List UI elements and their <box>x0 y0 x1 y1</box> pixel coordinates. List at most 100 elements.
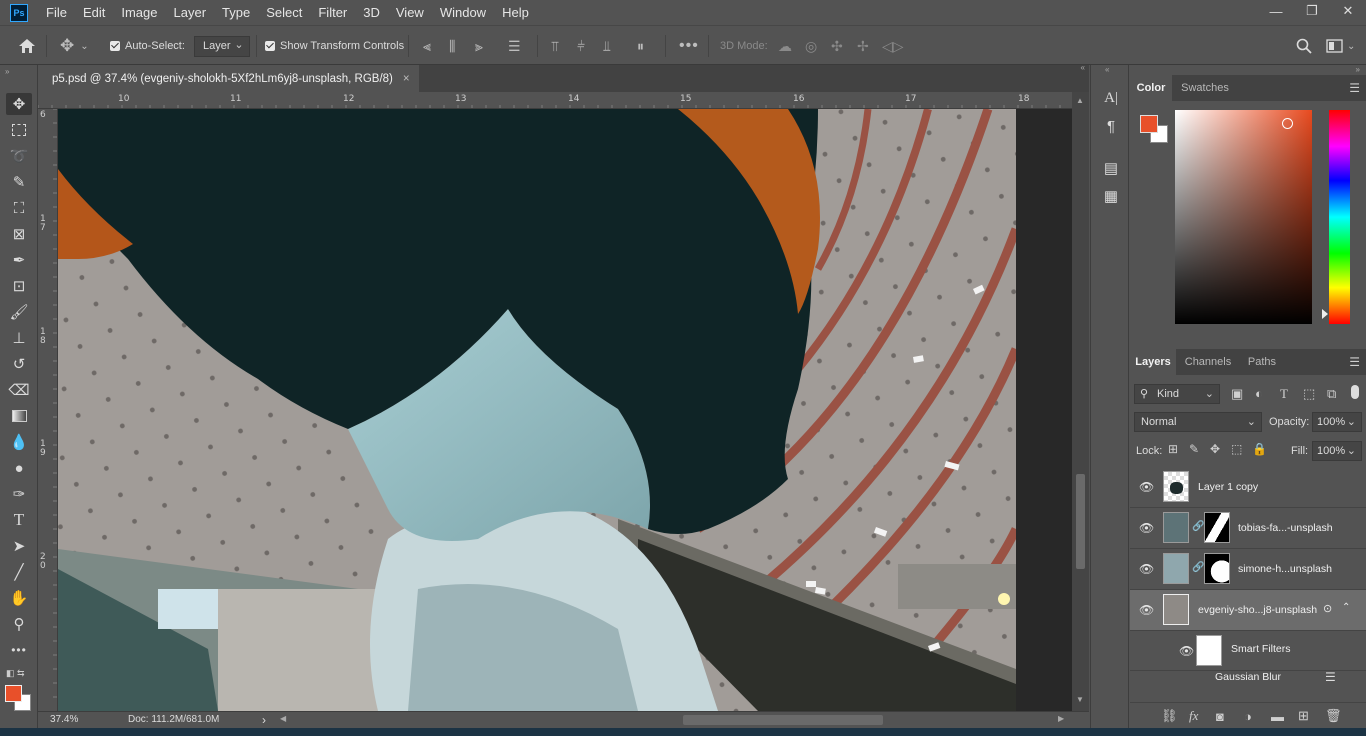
line-tool-icon[interactable]: ╱ <box>6 561 32 583</box>
default-colors-icon[interactable]: ◧ ⇆ <box>6 668 25 679</box>
vertical-scrollbar[interactable]: ▲ ▼ <box>1072 92 1089 711</box>
collapse-effects-icon[interactable]: ⌃ <box>1342 602 1350 613</box>
new-group-icon[interactable]: ▬ <box>1271 703 1284 729</box>
3d-slide-icon[interactable]: ✢ <box>857 26 869 66</box>
workspace-switcher-icon[interactable]: ⌄ <box>1326 26 1355 66</box>
layer-mask-thumbnail[interactable] <box>1204 512 1230 543</box>
auto-select-checkbox[interactable]: Auto-Select: <box>110 26 185 66</box>
pixel-layer-filter-icon[interactable]: ▣ <box>1231 386 1243 402</box>
layer-row[interactable]: 👁 🔗 simone-h...unsplash <box>1130 549 1366 590</box>
quick-selection-tool-icon[interactable]: ✎ <box>6 171 32 193</box>
smart-object-filter-icon[interactable]: ⧉ <box>1327 386 1336 402</box>
home-icon[interactable] <box>18 26 36 66</box>
tab-channels[interactable]: Channels <box>1178 349 1238 375</box>
fx-icon[interactable]: fx <box>1189 703 1198 729</box>
visibility-eye-icon[interactable]: 👁 <box>1139 521 1154 535</box>
close-window-button[interactable]: ✕ <box>1330 0 1366 22</box>
visibility-eye-icon[interactable]: 👁 <box>1139 562 1154 576</box>
status-menu-icon[interactable]: › <box>262 713 266 727</box>
color-picker-field[interactable] <box>1175 110 1312 324</box>
menu-filter[interactable]: Filter <box>318 5 347 20</box>
crop-tool-icon[interactable]: ⛶ <box>6 197 32 219</box>
kind-filter-dropdown[interactable]: ⚲ Kind <box>1134 384 1220 404</box>
layer-row-selected[interactable]: 👁 evgeniy-sho...j8-unsplash ⊙ ⌃ <box>1130 590 1366 631</box>
edit-toolbar-icon[interactable]: ••• <box>6 639 32 661</box>
menu-layer[interactable]: Layer <box>174 5 207 20</box>
show-transform-checkbox[interactable]: Show Transform Controls <box>265 26 404 66</box>
menu-image[interactable]: Image <box>121 5 157 20</box>
lock-artboard-icon[interactable]: ⬚ <box>1231 442 1242 456</box>
new-adjustment-layer-icon[interactable]: ◑ <box>1244 703 1252 729</box>
vertical-scroll-thumb[interactable] <box>1076 474 1085 569</box>
layer-row[interactable]: 👁 🔗 tobias-fa...-unsplash <box>1130 508 1366 549</box>
hand-tool-icon[interactable]: ✋ <box>6 587 32 609</box>
character-panel-icon[interactable]: A| <box>1100 87 1122 109</box>
visibility-eye-icon[interactable]: 👁 <box>1139 603 1154 617</box>
blur-tool-icon[interactable]: 💧 <box>6 431 32 453</box>
layer-name[interactable]: simone-h...unsplash <box>1238 563 1332 575</box>
link-layers-icon[interactable]: ⛓ <box>1161 703 1178 729</box>
properties-panel-icon[interactable]: ▦ <box>1100 185 1122 207</box>
close-document-icon[interactable]: × <box>403 73 410 85</box>
menu-select[interactable]: Select <box>266 5 302 20</box>
auto-select-dropdown[interactable]: Layer <box>194 26 250 66</box>
healing-brush-tool-icon[interactable]: ⊡ <box>6 275 32 297</box>
history-brush-tool-icon[interactable]: ↺ <box>6 353 32 375</box>
new-layer-icon[interactable]: ⊞ <box>1298 703 1309 729</box>
menu-help[interactable]: Help <box>502 5 529 20</box>
lock-position-icon[interactable]: ✥ <box>1210 442 1220 456</box>
fill-input[interactable]: 100% <box>1312 441 1362 461</box>
3d-pan-icon[interactable]: ✣ <box>831 26 843 66</box>
pen-tool-icon[interactable]: ✑ <box>6 483 32 505</box>
type-layer-filter-icon[interactable]: T <box>1280 386 1288 402</box>
tab-swatches[interactable]: Swatches <box>1174 75 1236 101</box>
filter-toggle-icon[interactable] <box>1351 385 1359 399</box>
delete-layer-icon[interactable]: 🗑 <box>1325 703 1342 729</box>
menu-file[interactable]: File <box>46 5 67 20</box>
eyedropper-tool-icon[interactable]: ✒ <box>6 249 32 271</box>
brush-tool-icon[interactable]: 🖌 <box>6 301 32 323</box>
align-center-icon[interactable]: ⫼ <box>449 26 455 66</box>
document-tab[interactable]: p5.psd @ 37.4% (evgeniy-sholokh-5Xf2hLm6… <box>38 65 419 92</box>
tab-color[interactable]: Color <box>1130 75 1172 101</box>
layer-mask-thumbnail[interactable] <box>1204 553 1230 584</box>
3d-scale-icon[interactable]: ◁▷ <box>882 26 904 66</box>
mask-link-icon[interactable]: 🔗 <box>1192 521 1204 532</box>
lasso-tool-icon[interactable]: ➰ <box>6 145 32 167</box>
blend-mode-dropdown[interactable]: Normal <box>1134 412 1262 432</box>
layer-row[interactable]: 👁 Layer 1 copy <box>1130 467 1366 508</box>
3d-roll-icon[interactable]: ◎ <box>805 26 817 66</box>
lock-image-icon[interactable]: ✎ <box>1189 442 1199 456</box>
menu-edit[interactable]: Edit <box>83 5 105 20</box>
3d-orbit-icon[interactable]: ☁ <box>778 26 792 66</box>
align-left-icon[interactable]: ⫷ <box>423 26 431 66</box>
restore-button[interactable]: ❐ <box>1294 0 1330 22</box>
search-icon[interactable] <box>1296 26 1312 66</box>
scroll-left-icon[interactable]: ◀ <box>280 714 286 723</box>
panel-menu-icon[interactable]: ☰ <box>1349 81 1360 95</box>
collapse-panel-icon[interactable]: « <box>1081 63 1085 72</box>
horizontal-scroll-thumb[interactable] <box>683 715 883 725</box>
distribute-icon[interactable]: ☰ <box>508 26 521 66</box>
panel-menu-icon[interactable]: ☰ <box>1349 355 1360 369</box>
zoom-level[interactable]: 37.4% <box>50 714 78 725</box>
tab-paths[interactable]: Paths <box>1240 349 1284 375</box>
align-middle-icon[interactable]: ⫩ <box>577 26 585 66</box>
tab-layers[interactable]: Layers <box>1130 349 1176 375</box>
clone-stamp-tool-icon[interactable]: ⊥ <box>6 327 32 349</box>
lock-all-icon[interactable]: 🔒 <box>1252 442 1267 456</box>
scroll-up-icon[interactable]: ▲ <box>1076 96 1084 105</box>
dodge-tool-icon[interactable]: ● <box>6 457 32 479</box>
menu-view[interactable]: View <box>396 5 424 20</box>
document-canvas[interactable] <box>58 109 1016 711</box>
type-tool-icon[interactable]: T <box>6 509 32 531</box>
align-bottom-icon[interactable]: ⫫ <box>603 26 611 66</box>
smart-filter-mask-thumbnail[interactable] <box>1196 635 1222 666</box>
layer-name[interactable]: evgeniy-sho...j8-unsplash <box>1198 604 1317 616</box>
visibility-eye-icon[interactable]: 👁 <box>1139 480 1154 494</box>
visibility-eye-icon[interactable]: 👁 <box>1179 644 1194 658</box>
scroll-down-icon[interactable]: ▼ <box>1076 695 1084 704</box>
adjustment-layer-filter-icon[interactable]: ◐ <box>1255 386 1263 401</box>
path-selection-tool-icon[interactable]: ➤ <box>6 535 32 557</box>
menu-window[interactable]: Window <box>440 5 486 20</box>
